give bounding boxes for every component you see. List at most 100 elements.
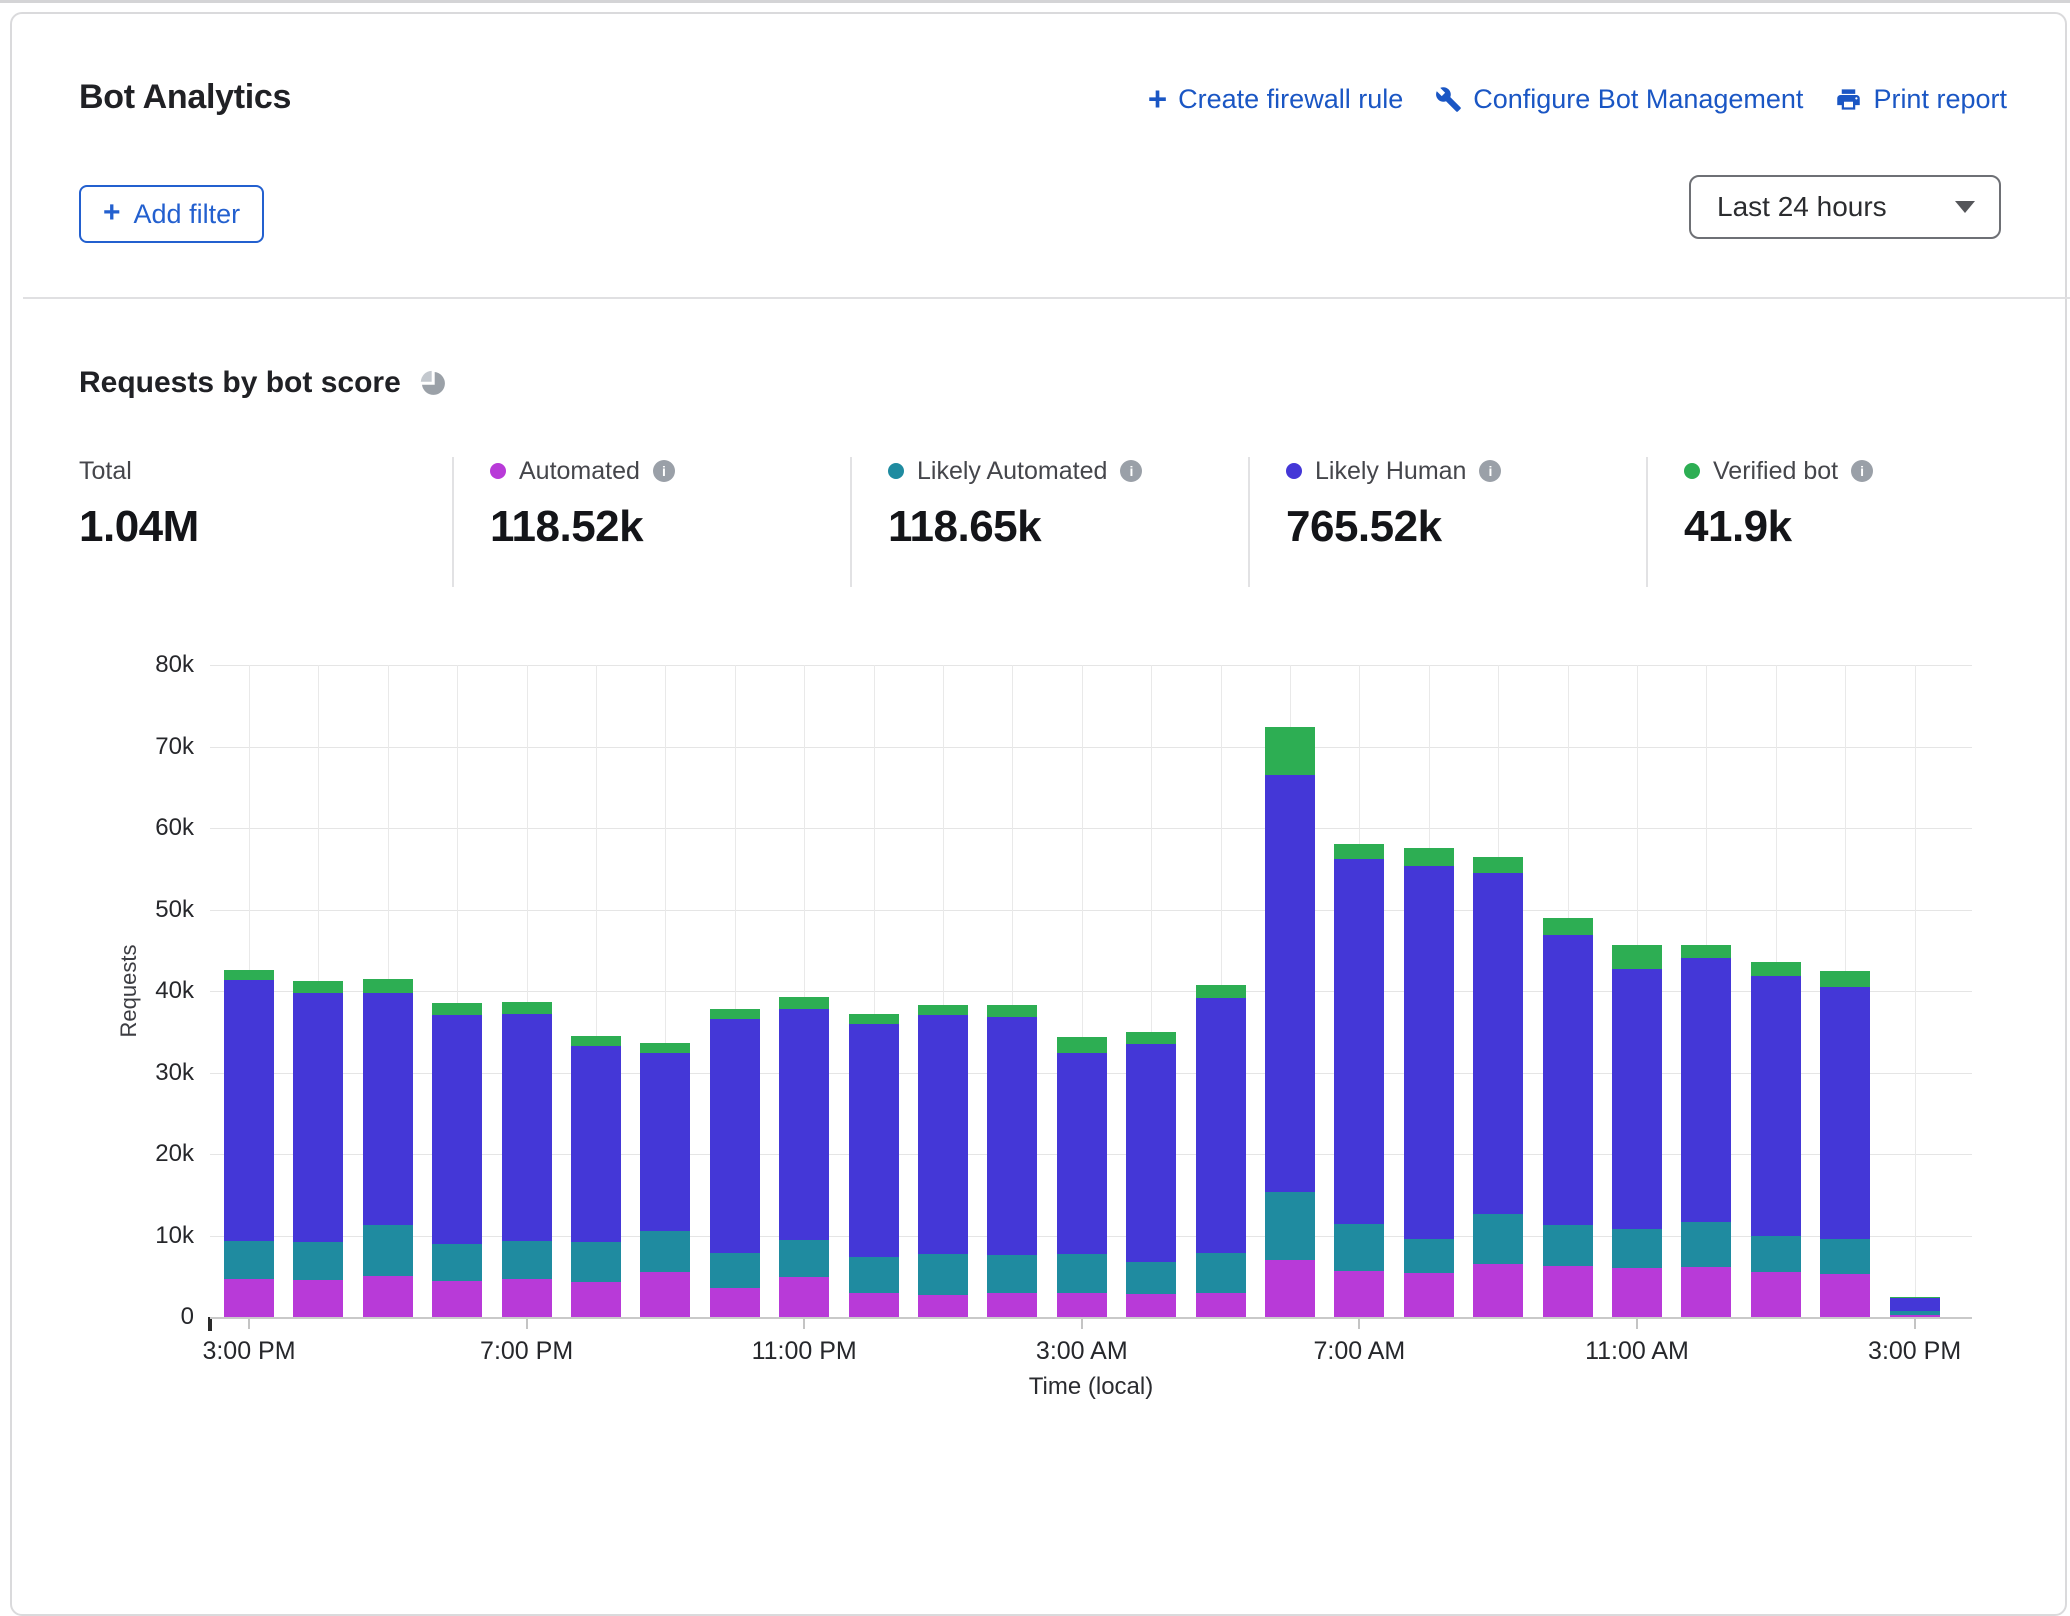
x-tick-mark bbox=[1358, 1319, 1360, 1329]
plus-icon: + bbox=[1148, 82, 1167, 115]
bar-segment-likely-automated bbox=[710, 1253, 760, 1288]
bar-segment-likely-human bbox=[1820, 987, 1870, 1239]
action-label: Print report bbox=[1873, 84, 2007, 115]
bar-segment-automated bbox=[987, 1293, 1037, 1317]
bar-segment-likely-human bbox=[502, 1014, 552, 1241]
bar-segment-verified-bot bbox=[1890, 1297, 1940, 1298]
plus-icon: + bbox=[103, 198, 121, 228]
printer-icon bbox=[1835, 86, 1862, 113]
bar-segment-likely-automated bbox=[502, 1241, 552, 1278]
top-edge-strip bbox=[0, 0, 2070, 3]
bar-segment-verified-bot bbox=[1473, 857, 1523, 872]
stats-row: Total 1.04MAutomatedi118.52k Likely Automa… bbox=[79, 457, 2044, 587]
bar-segment-likely-automated bbox=[224, 1241, 274, 1278]
stat-value: 41.9k bbox=[1684, 502, 2044, 552]
y-tick-label: 0 bbox=[110, 1303, 194, 1331]
y-tick-label: 10k bbox=[110, 1222, 194, 1250]
y-tick-label: 70k bbox=[110, 733, 194, 761]
bar-segment-automated bbox=[918, 1295, 968, 1317]
bar-segment-automated bbox=[363, 1276, 413, 1317]
bar-segment-automated bbox=[1751, 1272, 1801, 1317]
bar-segment-verified-bot bbox=[432, 1003, 482, 1015]
bar-segment-likely-human bbox=[1404, 866, 1454, 1239]
action-print-report[interactable]: Print report bbox=[1835, 84, 2007, 115]
bar-segment-likely-human bbox=[1473, 873, 1523, 1214]
stat-value: 765.52k bbox=[1286, 502, 1646, 552]
add-filter-label: Add filter bbox=[134, 199, 241, 230]
bar-segment-likely-human bbox=[849, 1024, 899, 1257]
stat-total: Total 1.04M bbox=[79, 457, 452, 587]
stat-likely-human: Likely Humani765.52k bbox=[1248, 457, 1646, 587]
legend-dot bbox=[1286, 463, 1302, 479]
add-filter-button[interactable]: + Add filter bbox=[79, 185, 264, 243]
time-range-value: Last 24 hours bbox=[1717, 191, 1887, 223]
bar-segment-likely-automated bbox=[987, 1255, 1037, 1293]
bar-segment-likely-human bbox=[571, 1046, 621, 1242]
action-configure-bot-management[interactable]: Configure Bot Management bbox=[1435, 84, 1803, 115]
bar-segment-automated bbox=[1265, 1260, 1315, 1317]
stat-label-row: Total bbox=[79, 457, 452, 485]
legend-dot bbox=[1684, 463, 1700, 479]
bar-segment-likely-automated bbox=[849, 1257, 899, 1294]
stat-automated: Automatedi118.52k bbox=[452, 457, 850, 587]
stat-label: Total bbox=[79, 457, 132, 486]
x-tick-label: 3:00 AM bbox=[1036, 1337, 1128, 1366]
bar-segment-likely-human bbox=[224, 980, 274, 1241]
x-tick-mark bbox=[248, 1319, 250, 1329]
gridline-horizontal bbox=[210, 828, 1972, 829]
axis-origin-tick bbox=[208, 1317, 212, 1331]
bar-segment-automated bbox=[779, 1277, 829, 1317]
x-tick-mark bbox=[803, 1319, 805, 1329]
bar-segment-likely-automated bbox=[918, 1254, 968, 1295]
header-actions: +Create firewall rule Configure Bot Manag… bbox=[1148, 84, 2007, 115]
x-tick-label: 3:00 PM bbox=[202, 1337, 295, 1366]
x-tick-mark bbox=[1914, 1319, 1916, 1329]
bar-segment-likely-automated bbox=[1820, 1239, 1870, 1274]
bar-segment-automated bbox=[224, 1279, 274, 1317]
bar-segment-automated bbox=[710, 1288, 760, 1317]
bar-segment-likely-automated bbox=[1751, 1236, 1801, 1272]
x-axis-line bbox=[210, 1317, 1972, 1319]
bar-segment-likely-human bbox=[918, 1015, 968, 1254]
bar-segment-automated bbox=[1057, 1293, 1107, 1317]
bar-segment-automated bbox=[502, 1279, 552, 1317]
bar-segment-likely-automated bbox=[432, 1244, 482, 1281]
stat-value: 1.04M bbox=[79, 502, 452, 552]
y-tick-label: 40k bbox=[110, 977, 194, 1005]
bar-segment-likely-automated bbox=[1196, 1253, 1246, 1293]
bar-segment-likely-automated bbox=[1404, 1239, 1454, 1273]
bar-segment-likely-automated bbox=[1543, 1225, 1593, 1266]
x-tick-mark bbox=[1081, 1319, 1083, 1329]
bar-segment-verified-bot bbox=[849, 1014, 899, 1024]
info-icon[interactable]: i bbox=[1851, 460, 1873, 482]
y-tick-label: 50k bbox=[110, 896, 194, 924]
bar-segment-automated bbox=[432, 1281, 482, 1317]
bar-segment-likely-automated bbox=[1057, 1254, 1107, 1292]
bar-segment-likely-human bbox=[710, 1019, 760, 1253]
y-tick-label: 60k bbox=[110, 814, 194, 842]
section-title: Requests by bot score bbox=[79, 366, 401, 400]
legend-dot bbox=[888, 463, 904, 479]
stat-label: Likely Automated bbox=[917, 457, 1107, 486]
info-icon[interactable]: i bbox=[1120, 460, 1142, 482]
bar-segment-likely-automated bbox=[1612, 1229, 1662, 1268]
bar-segment-verified-bot bbox=[1543, 918, 1593, 934]
bar-segment-verified-bot bbox=[571, 1036, 621, 1047]
bar-segment-likely-human bbox=[987, 1017, 1037, 1255]
action-create-firewall-rule[interactable]: +Create firewall rule bbox=[1148, 84, 1403, 115]
chevron-down-icon bbox=[1955, 201, 1975, 213]
bar-segment-likely-human bbox=[1612, 969, 1662, 1229]
gridline-horizontal bbox=[210, 747, 1972, 748]
gridline-horizontal bbox=[210, 910, 1972, 911]
stat-label: Verified bot bbox=[1713, 457, 1838, 486]
bar-segment-likely-human bbox=[1196, 998, 1246, 1254]
bar-segment-automated bbox=[1196, 1293, 1246, 1317]
info-icon[interactable]: i bbox=[1479, 460, 1501, 482]
time-range-select[interactable]: Last 24 hours bbox=[1689, 175, 2001, 239]
info-icon[interactable]: i bbox=[653, 460, 675, 482]
pie-chart-icon bbox=[419, 369, 448, 398]
bot-analytics-card: Bot Analytics +Create firewall ruleConfi… bbox=[10, 12, 2067, 1616]
bar-segment-likely-automated bbox=[640, 1231, 690, 1273]
bar-segment-verified-bot bbox=[710, 1009, 760, 1019]
bar-segment-automated bbox=[640, 1272, 690, 1317]
